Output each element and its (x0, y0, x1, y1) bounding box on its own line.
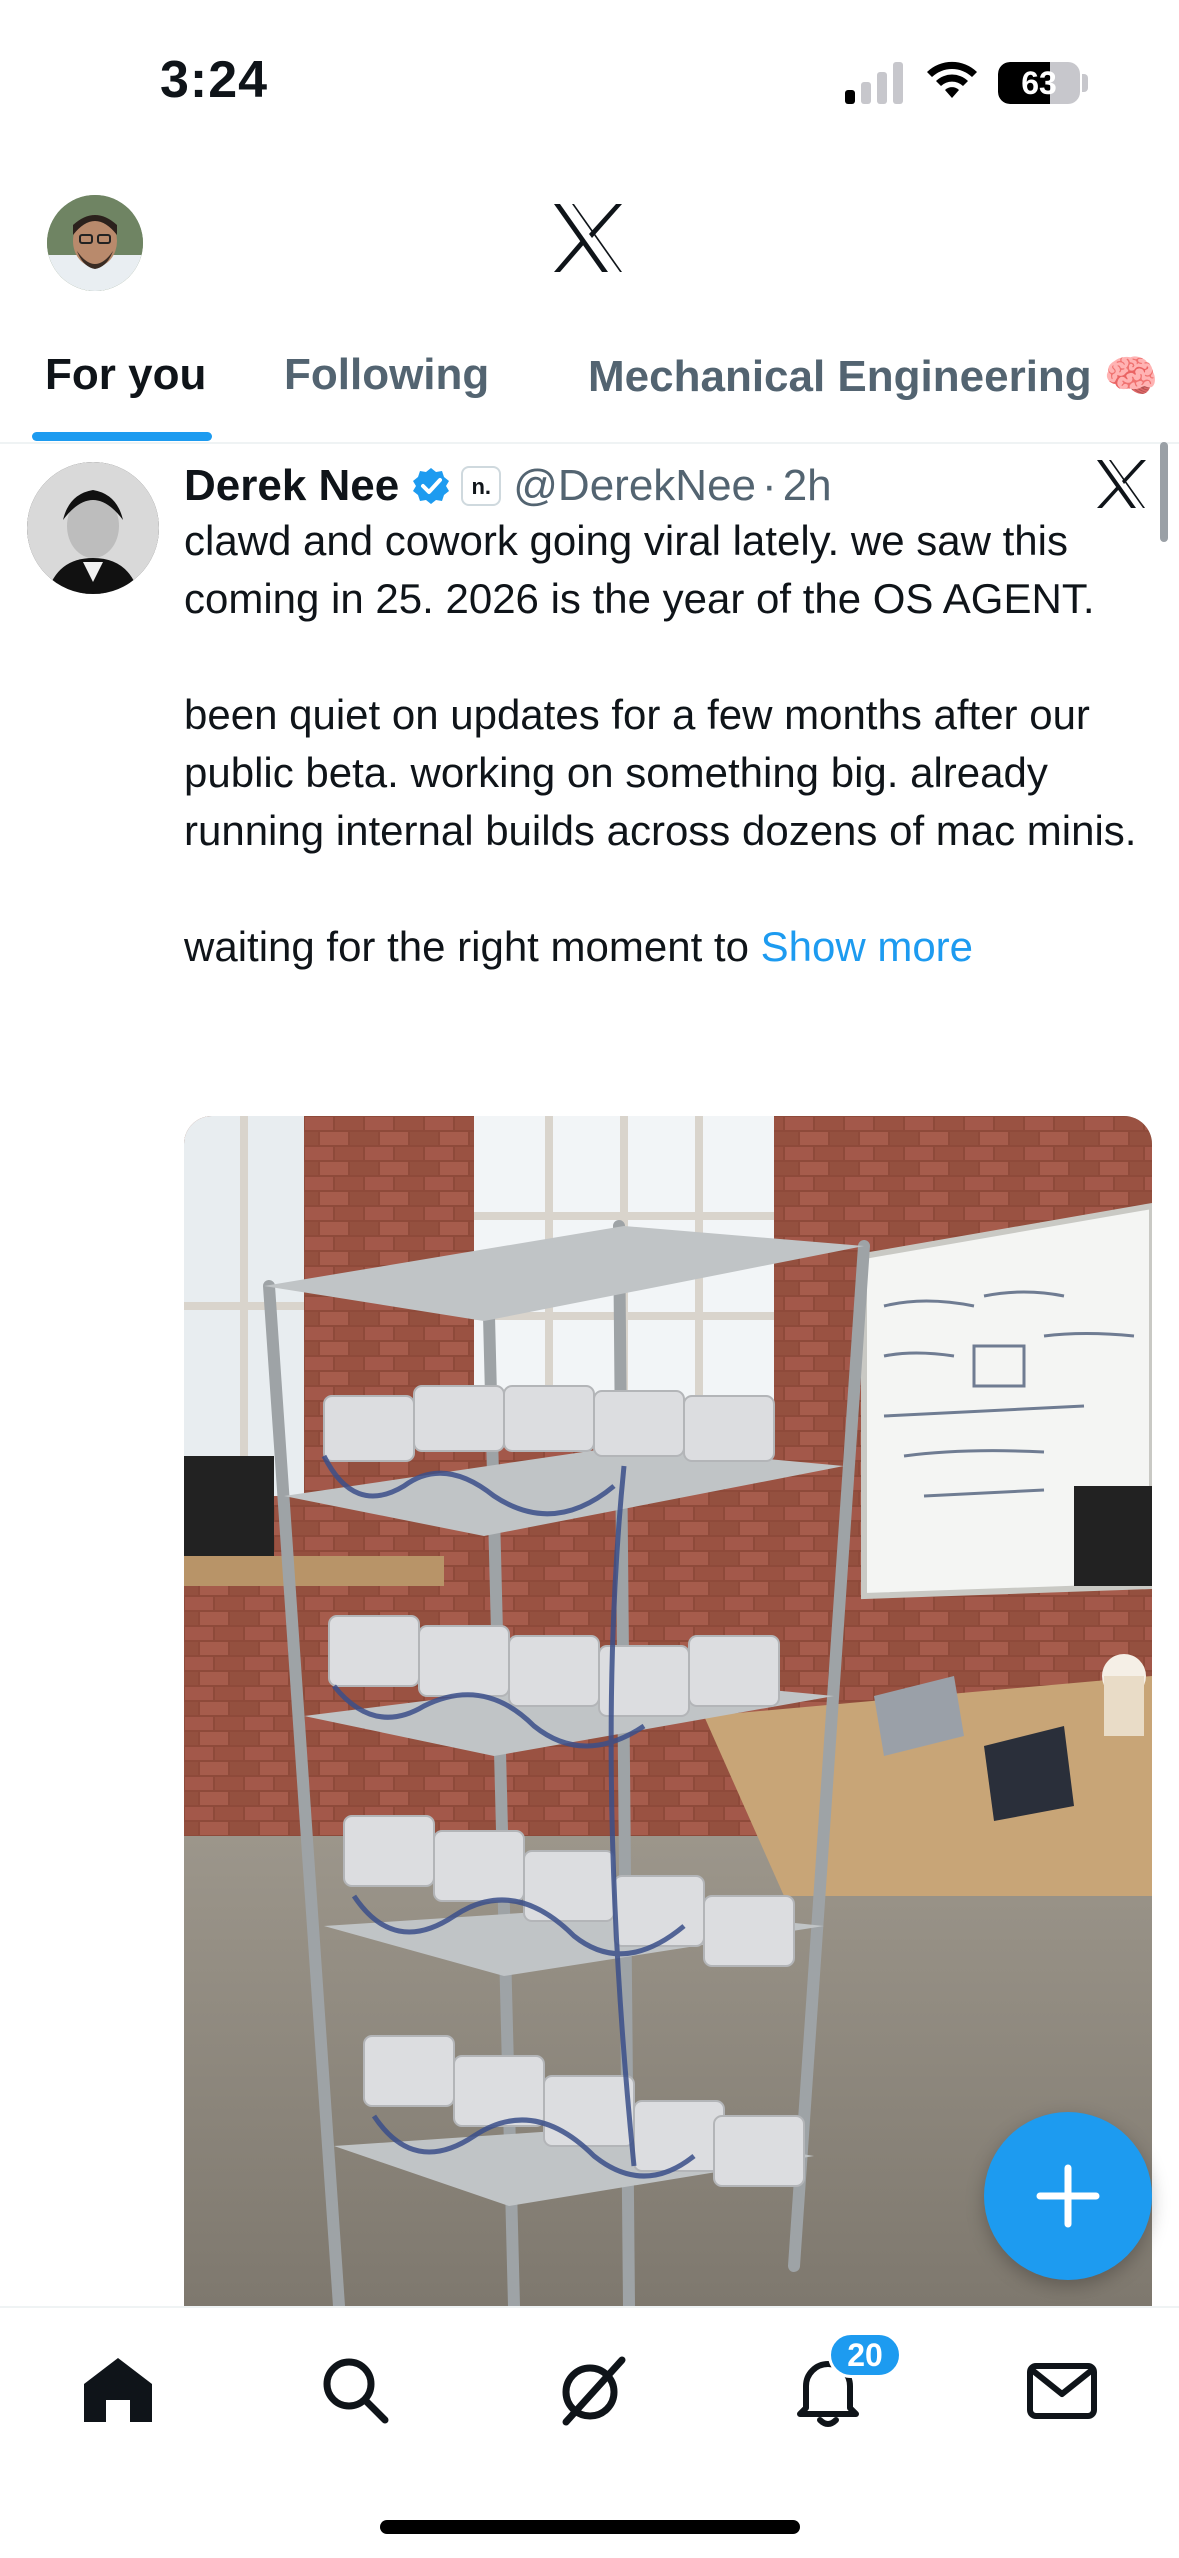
battery-cap (1082, 74, 1088, 92)
tweet-media-photo[interactable] (184, 1116, 1152, 2306)
x-logo-icon[interactable] (550, 200, 626, 276)
wifi-icon (927, 61, 977, 98)
tweet-text: clawd and cowork going viral lately. we … (184, 512, 1159, 976)
author-handle[interactable]: @DerekNee (513, 461, 756, 511)
tab-for-you[interactable]: For you (45, 350, 206, 400)
timeline-tabs: For you Following Mechanical Engineering… (0, 330, 1179, 444)
grok-icon[interactable] (1093, 456, 1149, 512)
status-bar: 3:24 63 (0, 0, 1179, 170)
battery-percent: 63 (1021, 65, 1057, 101)
header-separator: · (762, 461, 777, 510)
battery-icon: 63 (998, 62, 1080, 104)
active-tab-indicator (32, 432, 212, 441)
tweet-body: clawd and cowork going viral lately. we … (184, 517, 1137, 970)
messages-icon[interactable] (1022, 2350, 1102, 2430)
author-display-name[interactable]: Derek Nee (184, 461, 399, 511)
cellular-signal-icon (845, 60, 905, 104)
search-icon[interactable] (315, 2350, 395, 2430)
plus-icon (1036, 2164, 1100, 2228)
status-time: 3:24 (160, 51, 269, 109)
tweet-author-avatar[interactable] (27, 462, 159, 594)
scrollbar[interactable] (1160, 442, 1168, 542)
home-icon[interactable] (78, 2350, 158, 2430)
top-header (0, 170, 1179, 320)
tab-following[interactable]: Following (284, 350, 489, 400)
tab-mechanical-engineering[interactable]: Mechanical Engineering 🧠 (588, 350, 1159, 402)
tweet-timestamp[interactable]: 2h (783, 461, 832, 511)
verified-badge-icon (413, 468, 450, 504)
tweet-header: Derek Nee n. @DerekNee · 2h (184, 456, 832, 516)
show-more-link[interactable]: Show more (761, 923, 973, 970)
compose-post-button[interactable] (984, 2112, 1152, 2280)
home-indicator (380, 2520, 800, 2534)
profile-avatar[interactable] (47, 195, 143, 291)
notifications-badge: 20 (828, 2332, 902, 2378)
affiliate-badge: n. (461, 466, 502, 506)
grok-icon[interactable] (552, 2350, 632, 2430)
tweet[interactable]: Derek Nee n. @DerekNee · 2h clawd and co… (0, 442, 1179, 2306)
